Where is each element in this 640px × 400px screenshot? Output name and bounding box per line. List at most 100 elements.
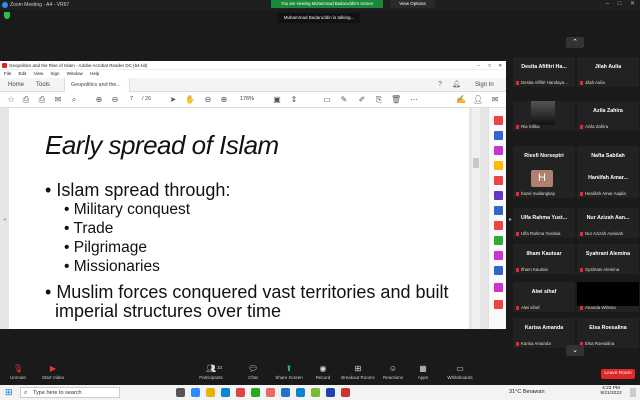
participant-tile[interactable]: Alwi sihaf Alwi sihaf [513, 282, 575, 312]
clock[interactable]: 4:23 PM 9/21/2022 [599, 386, 623, 396]
participant-tile[interactable]: Elsa Roesalina Elsa Roesalina [577, 318, 639, 348]
scroll-mode-icon[interactable]: ⇕ [289, 95, 299, 105]
comment-icon[interactable]: ▭ [322, 95, 332, 105]
unmute-button[interactable]: 🎙︎ Unmute [0, 365, 36, 381]
zoom-out-icon[interactable]: ⊖ [203, 95, 213, 105]
menu-edit[interactable]: Edit [19, 71, 27, 76]
notifications-icon[interactable]: 🔔︎ [452, 78, 461, 92]
acro-minimize-icon[interactable]: – [477, 61, 480, 70]
combine-files-icon[interactable] [494, 176, 503, 185]
more-tools-icon[interactable]: ⋯ [409, 95, 419, 105]
hand-icon[interactable]: ✋ [185, 95, 195, 105]
tab-tools[interactable]: Tools [36, 78, 50, 92]
email-icon[interactable]: ✉ [53, 95, 63, 105]
maximize-icon[interactable]: □ [615, 0, 624, 8]
zoom-app-icon[interactable] [326, 388, 335, 397]
view-options-button[interactable]: View Options [390, 0, 435, 8]
create-pdf-icon[interactable] [494, 131, 503, 140]
weather-widget[interactable]: 31°C Berawan [509, 389, 545, 395]
browser-icon[interactable] [296, 388, 305, 397]
edit-pdf-icon[interactable] [494, 146, 503, 155]
participant-tile[interactable]: Ananda Wilsma [577, 282, 639, 312]
participant-tile[interactable]: Destia Afifitri Ha... Destia Afifitri Han… [513, 57, 575, 87]
acro-close-icon[interactable]: ✕ [498, 61, 502, 70]
scroll-thumb[interactable] [473, 158, 479, 168]
gallery-up-icon[interactable]: ⌃ [566, 37, 584, 48]
next-page-arrow-icon[interactable]: ▸ [509, 216, 512, 223]
highlight-icon[interactable]: ✐ [357, 95, 367, 105]
tab-home[interactable]: Home [8, 78, 24, 92]
participant-tile[interactable]: Jilah Aulia Jilah Aulia [577, 57, 639, 87]
organize-pages-icon[interactable] [494, 191, 503, 200]
share-screen-button[interactable]: ⬆ Share Screen [271, 365, 307, 381]
pdf-app-icon[interactable] [341, 388, 350, 397]
search-icon[interactable]: ⌕ [69, 95, 79, 105]
print-icon[interactable]: ⎙ [37, 95, 47, 105]
notification-center-icon[interactable] [630, 388, 636, 397]
participant-tile[interactable]: Haniifah Amar... Haniifah Amar Aaqila [577, 168, 639, 198]
breakout-rooms-button[interactable]: ⊞ Breakout Rooms [338, 365, 378, 381]
participant-tile[interactable]: Nur Azizah Aan... Nur Azizah Aanisah [577, 208, 639, 238]
file-explorer-icon[interactable] [206, 388, 215, 397]
pen-icon[interactable]: ✎ [339, 95, 349, 105]
edge-icon[interactable] [221, 388, 230, 397]
delete-icon[interactable]: 🗑︎ [391, 95, 401, 105]
page-number-field[interactable]: 7 [130, 96, 133, 102]
leave-room-button[interactable]: Leave Room [601, 369, 635, 379]
participant-tile[interactable]: Ilham Kautsar Ilham Kautsar [513, 244, 575, 274]
participants-button[interactable]: 👥︎ Participants [193, 365, 229, 381]
save-icon[interactable]: ⎙ [21, 95, 31, 105]
help-icon[interactable]: ? [438, 78, 442, 92]
security-shield-icon[interactable] [4, 12, 10, 19]
menu-help[interactable]: Help [90, 71, 99, 76]
task-view-icon[interactable] [176, 388, 185, 397]
participant-tile[interactable]: Karisa Amanda Karisa Amanda [513, 318, 575, 348]
zoom-level-select[interactable]: 176% [240, 96, 254, 102]
email-share-icon[interactable]: ✉ [490, 95, 500, 105]
participant-tile[interactable]: Ria Sifika [513, 101, 575, 131]
fit-page-icon[interactable]: ▣ [272, 95, 282, 105]
more-tools-pane-icon[interactable] [494, 266, 503, 275]
windows-start-icon[interactable]: ⊞ [5, 388, 14, 397]
zoom-in-icon[interactable]: ⊕ [219, 95, 229, 105]
page-up-icon[interactable]: ⊕ [94, 95, 104, 105]
protect-icon[interactable] [494, 221, 503, 230]
participant-tile[interactable]: Syahrani Alemina Syahrani Alemina [577, 244, 639, 274]
participant-tile[interactable]: Azila Zahira Azila Zahira [577, 101, 639, 131]
gallery-down-icon[interactable]: ⌄ [566, 345, 584, 356]
chat-button[interactable]: 💬︎ Chat [235, 365, 271, 381]
chrome-icon[interactable] [251, 388, 260, 397]
minimize-icon[interactable]: – [603, 0, 612, 8]
zoom-task-icon[interactable] [191, 388, 200, 397]
comment-tool-icon[interactable] [494, 161, 503, 170]
close-icon[interactable]: ✕ [628, 0, 637, 8]
document-view[interactable]: Early spread of Islam • Islam spread thr… [0, 108, 506, 329]
word-icon[interactable] [281, 388, 290, 397]
print-production-icon[interactable] [494, 300, 503, 309]
menu-view[interactable]: View [34, 71, 44, 76]
menu-file[interactable]: File [4, 71, 11, 76]
acrobat-task-icon[interactable] [236, 388, 245, 397]
participant-tile[interactable]: Ulfa Rahma Yust... Ulfa Rahma Yustisia [513, 208, 575, 238]
prev-page-arrow-icon[interactable]: ◂ [3, 216, 6, 223]
start-video-button[interactable]: ▶ Start Video [35, 365, 71, 381]
select-arrow-icon[interactable]: ➤ [168, 95, 178, 105]
stamp-icon[interactable]: ⎘ [374, 95, 384, 105]
export-pdf-icon[interactable] [494, 116, 503, 125]
participant-tile[interactable]: Hhazel mailangkay [513, 168, 575, 198]
record-button[interactable]: ◉ Record [305, 365, 341, 381]
fill-sign-icon[interactable] [494, 236, 503, 245]
sign-in-link[interactable]: Sign In [475, 78, 494, 92]
menu-window[interactable]: Window [67, 71, 83, 76]
whiteboards-button[interactable]: ▭ Whiteboards [440, 365, 480, 381]
sign-pen-icon[interactable]: ✍ [456, 95, 466, 105]
taskbar-search-box[interactable]: ⌕ Type here to search [20, 387, 120, 398]
firefox-icon[interactable] [266, 388, 275, 397]
page-down-icon[interactable]: ⊖ [110, 95, 120, 105]
tab-document[interactable]: Geopolitics and the... × [64, 78, 130, 102]
acro-maximize-icon[interactable]: □ [488, 61, 491, 70]
redact-icon[interactable] [494, 206, 503, 215]
send-review-icon[interactable] [494, 251, 503, 260]
compress-icon[interactable] [494, 283, 503, 292]
vertical-scrollbar[interactable] [472, 108, 480, 329]
